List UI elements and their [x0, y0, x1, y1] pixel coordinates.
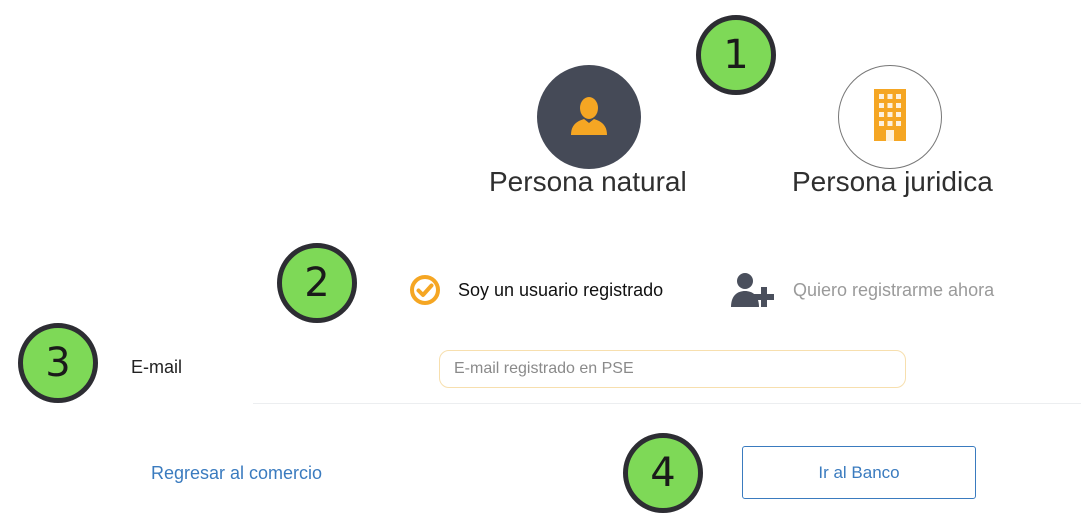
- step-badge-1: 1: [696, 15, 776, 95]
- persona-natural-label[interactable]: Persona natural: [489, 166, 687, 198]
- persona-juridica-label[interactable]: Persona juridica: [792, 166, 993, 198]
- registered-user-option[interactable]: Soy un usuario registrado: [458, 280, 663, 301]
- check-circle-icon[interactable]: [409, 274, 441, 311]
- person-icon: [568, 94, 610, 141]
- back-to-merchant-link[interactable]: Regresar al comercio: [151, 463, 322, 484]
- divider: [253, 403, 1081, 404]
- register-now-option[interactable]: Quiero registrarme ahora: [793, 280, 994, 301]
- email-input[interactable]: [439, 350, 906, 388]
- persona-juridica-option[interactable]: [838, 65, 942, 169]
- persona-natural-option[interactable]: [537, 65, 641, 169]
- step-badge-3: 3: [18, 323, 98, 403]
- go-to-bank-button[interactable]: Ir al Banco: [742, 446, 976, 499]
- email-label: E-mail: [131, 357, 183, 377]
- step-badge-4: 4: [623, 433, 703, 513]
- step-badge-2: 2: [277, 243, 357, 323]
- add-user-icon[interactable]: [731, 271, 777, 314]
- building-icon: [873, 88, 907, 147]
